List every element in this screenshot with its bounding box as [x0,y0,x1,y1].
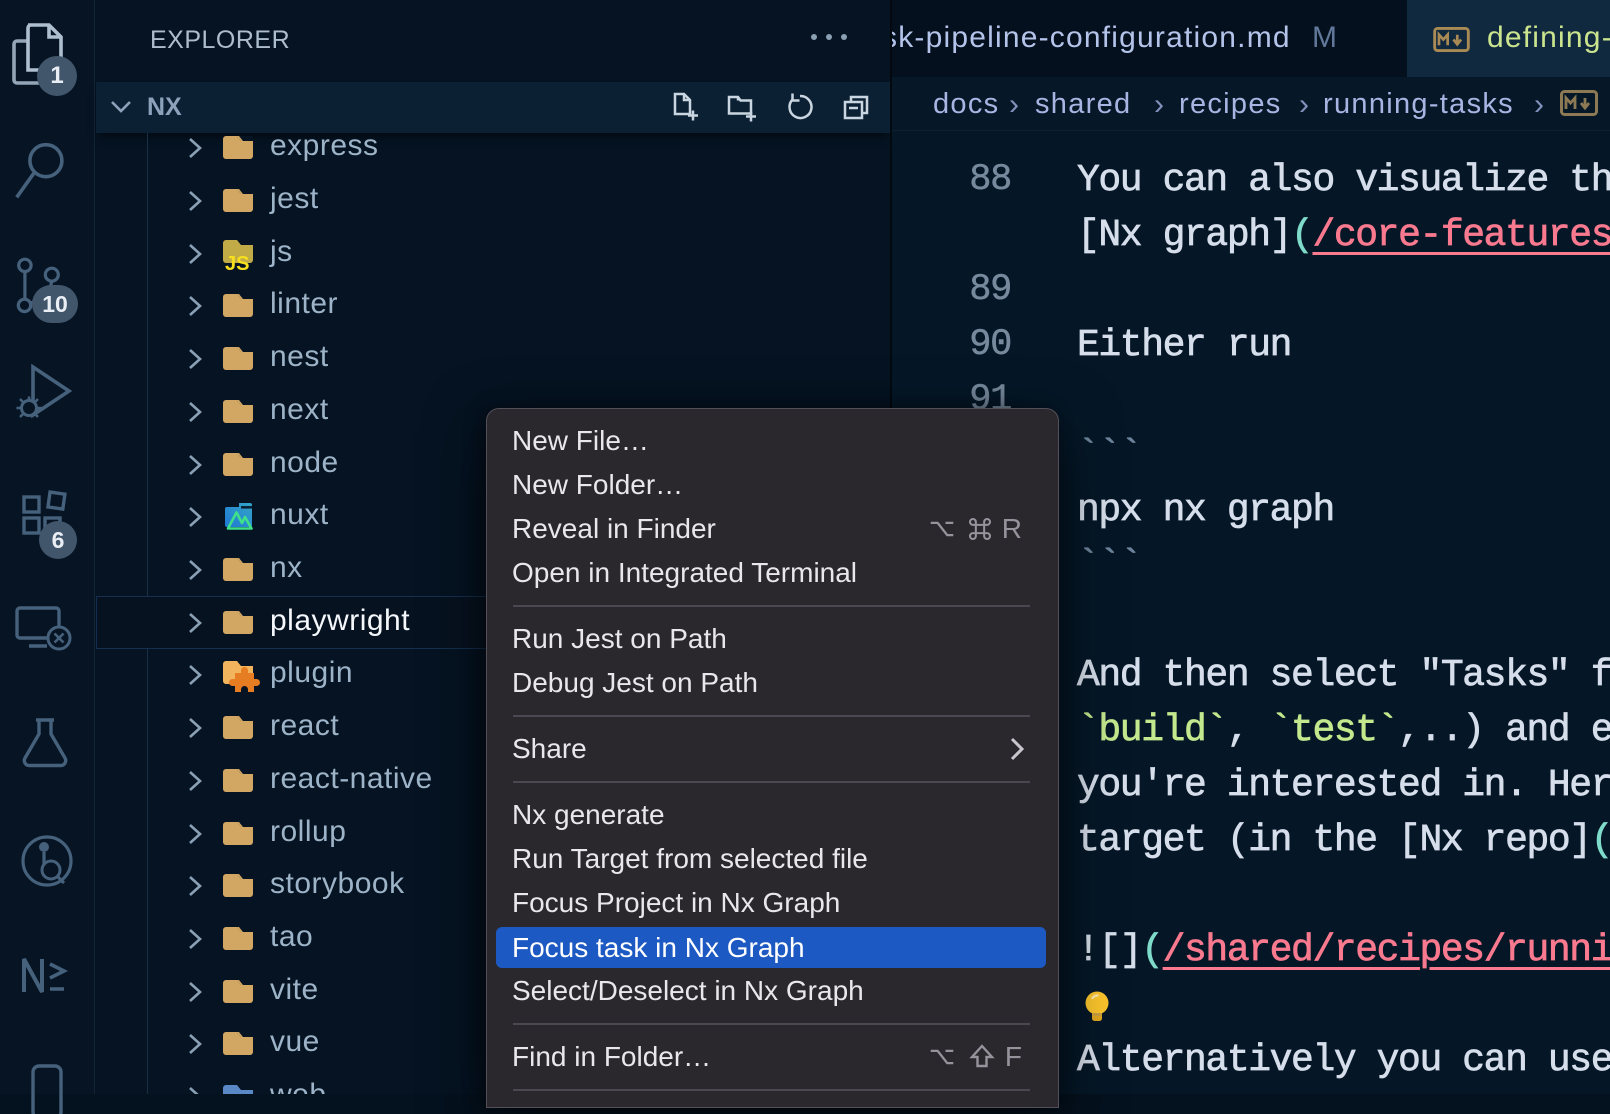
svg-text:JS: JS [225,253,249,271]
